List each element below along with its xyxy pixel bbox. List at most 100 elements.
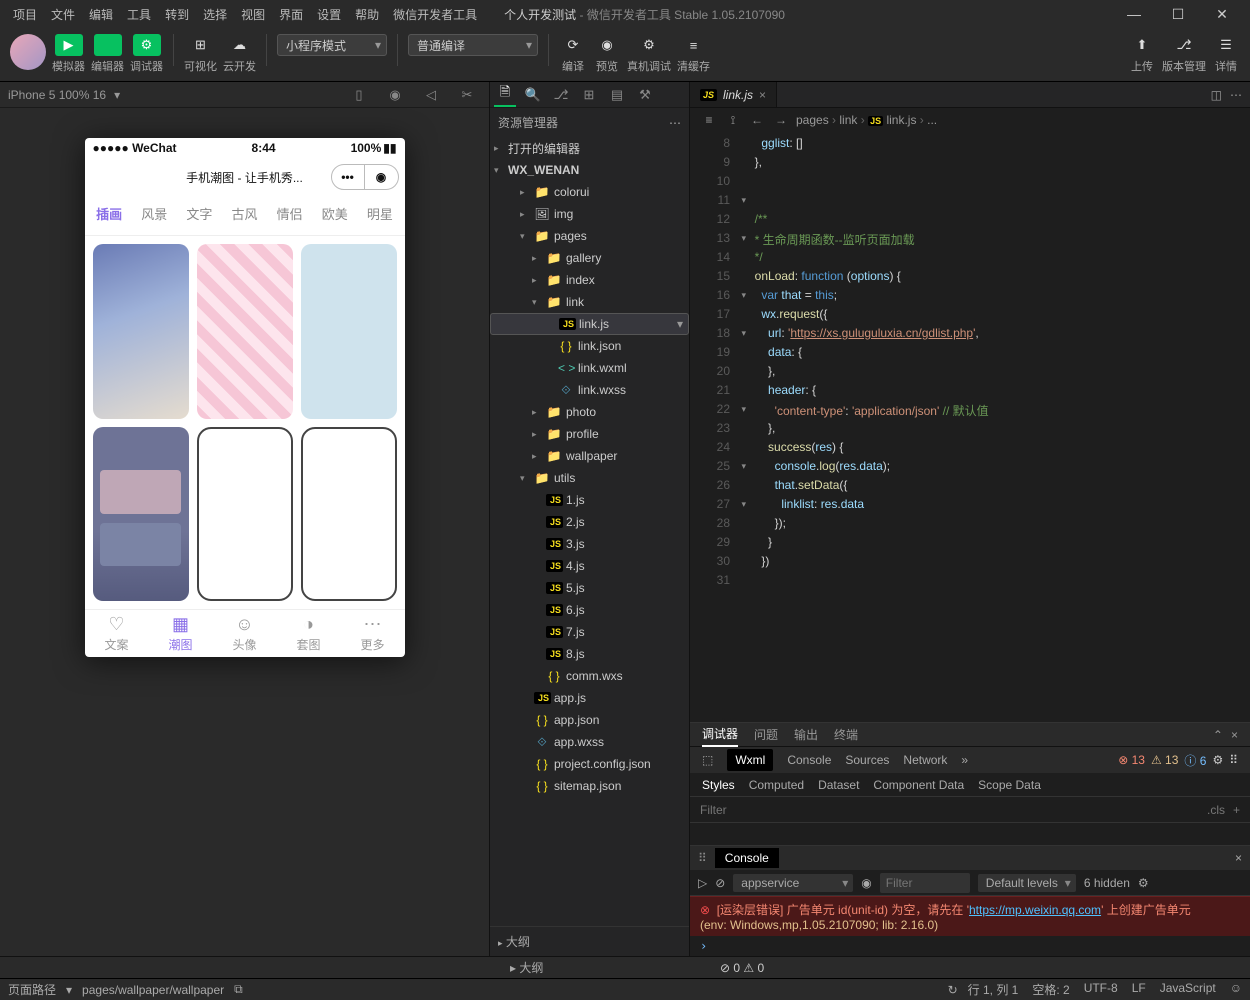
cat-古风[interactable]: 古风 bbox=[222, 200, 267, 227]
search-icon[interactable]: 🔍 bbox=[522, 87, 544, 103]
tree-link.wxss[interactable]: ⟐link.wxss bbox=[490, 379, 689, 401]
tree-link.json[interactable]: { }link.json bbox=[490, 335, 689, 357]
cat-欧美[interactable]: 欧美 bbox=[312, 200, 357, 227]
toolbar-清缓存[interactable]: ≡清缓存 bbox=[677, 34, 710, 74]
btab-终端[interactable]: 终端 bbox=[834, 726, 858, 743]
crumb-link[interactable]: link bbox=[839, 113, 857, 127]
tree-app.wxss[interactable]: ⟐app.wxss bbox=[490, 731, 689, 753]
wallpaper-card[interactable] bbox=[93, 244, 189, 419]
code-editor[interactable]: 891011▾1213▾141516▾1718▾19202122▾232425▾… bbox=[690, 132, 1250, 722]
tab-套图[interactable]: ◑套图 bbox=[277, 614, 341, 653]
tab-头像[interactable]: ☺头像 bbox=[213, 614, 277, 653]
cat-风景[interactable]: 风景 bbox=[132, 200, 177, 227]
avatar[interactable] bbox=[10, 34, 46, 70]
template-icon[interactable]: ▤ bbox=[606, 87, 628, 103]
forward-icon[interactable]: → bbox=[772, 113, 790, 127]
toolbar-调试器[interactable]: ⚙调试器 bbox=[130, 34, 163, 74]
capsule-close-icon[interactable]: ◉ bbox=[365, 164, 399, 190]
expand-icon[interactable]: ⠿ bbox=[698, 851, 707, 865]
compile-mode-select[interactable]: 普通编译 bbox=[408, 34, 538, 56]
eye-icon[interactable]: ◉ bbox=[861, 876, 871, 890]
maximize-button[interactable]: ☐ bbox=[1156, 2, 1200, 27]
tree-app.json[interactable]: { }app.json bbox=[490, 709, 689, 731]
copy-icon[interactable]: ⧉ bbox=[234, 982, 243, 997]
cls-toggle[interactable]: .cls bbox=[1207, 803, 1225, 817]
dtab-Network[interactable]: Network bbox=[903, 753, 947, 767]
stop-icon[interactable]: ⊘ bbox=[715, 876, 725, 890]
clear-icon[interactable]: ▷ bbox=[698, 876, 707, 890]
add-icon[interactable]: + bbox=[1233, 803, 1240, 817]
tree-sitemap.json[interactable]: { }sitemap.json bbox=[490, 775, 689, 797]
tree-pages[interactable]: ▾📁pages bbox=[490, 225, 689, 247]
more-tabs[interactable]: » bbox=[961, 753, 968, 767]
menu-界面[interactable]: 界面 bbox=[272, 5, 310, 25]
tree-1.js[interactable]: JS1.js bbox=[490, 489, 689, 511]
record-icon[interactable]: ◉ bbox=[381, 87, 409, 103]
cat-文字[interactable]: 文字 bbox=[177, 200, 222, 227]
device-dropdown-icon[interactable]: ▾ bbox=[114, 88, 120, 102]
wallpaper-card[interactable] bbox=[301, 244, 397, 419]
toolbar-预览[interactable]: ◉预览 bbox=[593, 34, 621, 74]
console-filter-input[interactable] bbox=[880, 873, 970, 893]
back-icon[interactable]: ← bbox=[748, 113, 766, 127]
menu-工具[interactable]: 工具 bbox=[120, 5, 158, 25]
cut-icon[interactable]: ✂ bbox=[453, 87, 481, 103]
open-editors-section[interactable]: ▸打开的编辑器 bbox=[490, 137, 689, 159]
menu-视图[interactable]: 视图 bbox=[234, 5, 272, 25]
toolbar-模拟器[interactable]: ▶模拟器 bbox=[52, 34, 85, 74]
tree-link[interactable]: ▾📁link bbox=[490, 291, 689, 313]
wallpaper-card[interactable] bbox=[197, 244, 293, 419]
project-root[interactable]: ▾WX_WENAN bbox=[490, 159, 689, 181]
toolbar-编译[interactable]: ⟳编译 bbox=[559, 34, 587, 74]
close-icon[interactable]: × bbox=[1235, 851, 1242, 865]
menu-转到[interactable]: 转到 bbox=[158, 5, 196, 25]
toolbar-版本管理[interactable]: ⎇版本管理 bbox=[1162, 34, 1206, 74]
feedback-icon[interactable]: ☺ bbox=[1230, 981, 1242, 998]
mute-icon[interactable]: ◁ bbox=[417, 87, 445, 103]
inspect-icon[interactable]: ⬚ bbox=[702, 753, 713, 767]
menu-编辑[interactable]: 编辑 bbox=[82, 5, 120, 25]
menu-选择[interactable]: 选择 bbox=[196, 5, 234, 25]
current-path[interactable]: pages/wallpaper/wallpaper bbox=[82, 983, 224, 997]
tree-app.js[interactable]: JSapp.js bbox=[490, 687, 689, 709]
toolbar-可视化[interactable]: ⊞可视化 bbox=[184, 34, 217, 74]
eol[interactable]: LF bbox=[1132, 981, 1146, 998]
wallpaper-card[interactable] bbox=[301, 427, 397, 602]
tree-link.wxml[interactable]: < >link.wxml bbox=[490, 357, 689, 379]
device-icon[interactable]: ▯ bbox=[345, 87, 373, 103]
files-icon[interactable]: 🗎 bbox=[494, 83, 516, 107]
tree-index[interactable]: ▸📁index bbox=[490, 269, 689, 291]
minimize-button[interactable]: — bbox=[1112, 2, 1156, 26]
cursor-position[interactable]: 行 1, 列 1 bbox=[968, 981, 1019, 998]
tree-2.js[interactable]: JS2.js bbox=[490, 511, 689, 533]
stab-Scope Data[interactable]: Scope Data bbox=[978, 778, 1041, 792]
toolbar-上传[interactable]: ⬆上传 bbox=[1128, 34, 1156, 74]
more-icon[interactable]: ⋯ bbox=[1230, 88, 1242, 102]
tree-comm.wxs[interactable]: { }comm.wxs bbox=[490, 665, 689, 687]
encoding[interactable]: UTF-8 bbox=[1084, 981, 1118, 998]
more-icon[interactable]: ⋯ bbox=[669, 116, 681, 130]
btab-问题[interactable]: 问题 bbox=[754, 726, 778, 743]
btab-调试器[interactable]: 调试器 bbox=[702, 722, 738, 747]
tree-7.js[interactable]: JS7.js bbox=[490, 621, 689, 643]
tree-5.js[interactable]: JS5.js bbox=[490, 577, 689, 599]
tab-link-js[interactable]: JS link.js × bbox=[690, 82, 777, 107]
language-mode[interactable]: JavaScript bbox=[1160, 981, 1216, 998]
dtab-Sources[interactable]: Sources bbox=[845, 753, 889, 767]
menu-文件[interactable]: 文件 bbox=[44, 5, 82, 25]
menu-微信开发者工具[interactable]: 微信开发者工具 bbox=[386, 5, 484, 25]
dtab-Console[interactable]: Console bbox=[787, 753, 831, 767]
close-button[interactable]: ✕ bbox=[1200, 2, 1244, 27]
gear-icon[interactable]: ⚙ bbox=[1212, 753, 1223, 767]
dtab-Wxml[interactable]: Wxml bbox=[727, 749, 773, 771]
capsule-menu-icon[interactable]: ••• bbox=[331, 164, 365, 190]
cat-情侣[interactable]: 情侣 bbox=[267, 200, 312, 227]
tree-colorui[interactable]: ▸📁colorui bbox=[490, 181, 689, 203]
bookmark-icon[interactable]: ⟟ bbox=[724, 113, 742, 128]
error-link[interactable]: https://mp.weixin.qq.com bbox=[969, 903, 1101, 917]
sync-icon[interactable]: ↻ bbox=[948, 983, 958, 997]
wallpaper-card[interactable] bbox=[197, 427, 293, 602]
close-icon[interactable]: × bbox=[1231, 728, 1238, 742]
toc-icon[interactable]: ≡ bbox=[700, 113, 718, 127]
stab-Computed[interactable]: Computed bbox=[749, 778, 804, 792]
